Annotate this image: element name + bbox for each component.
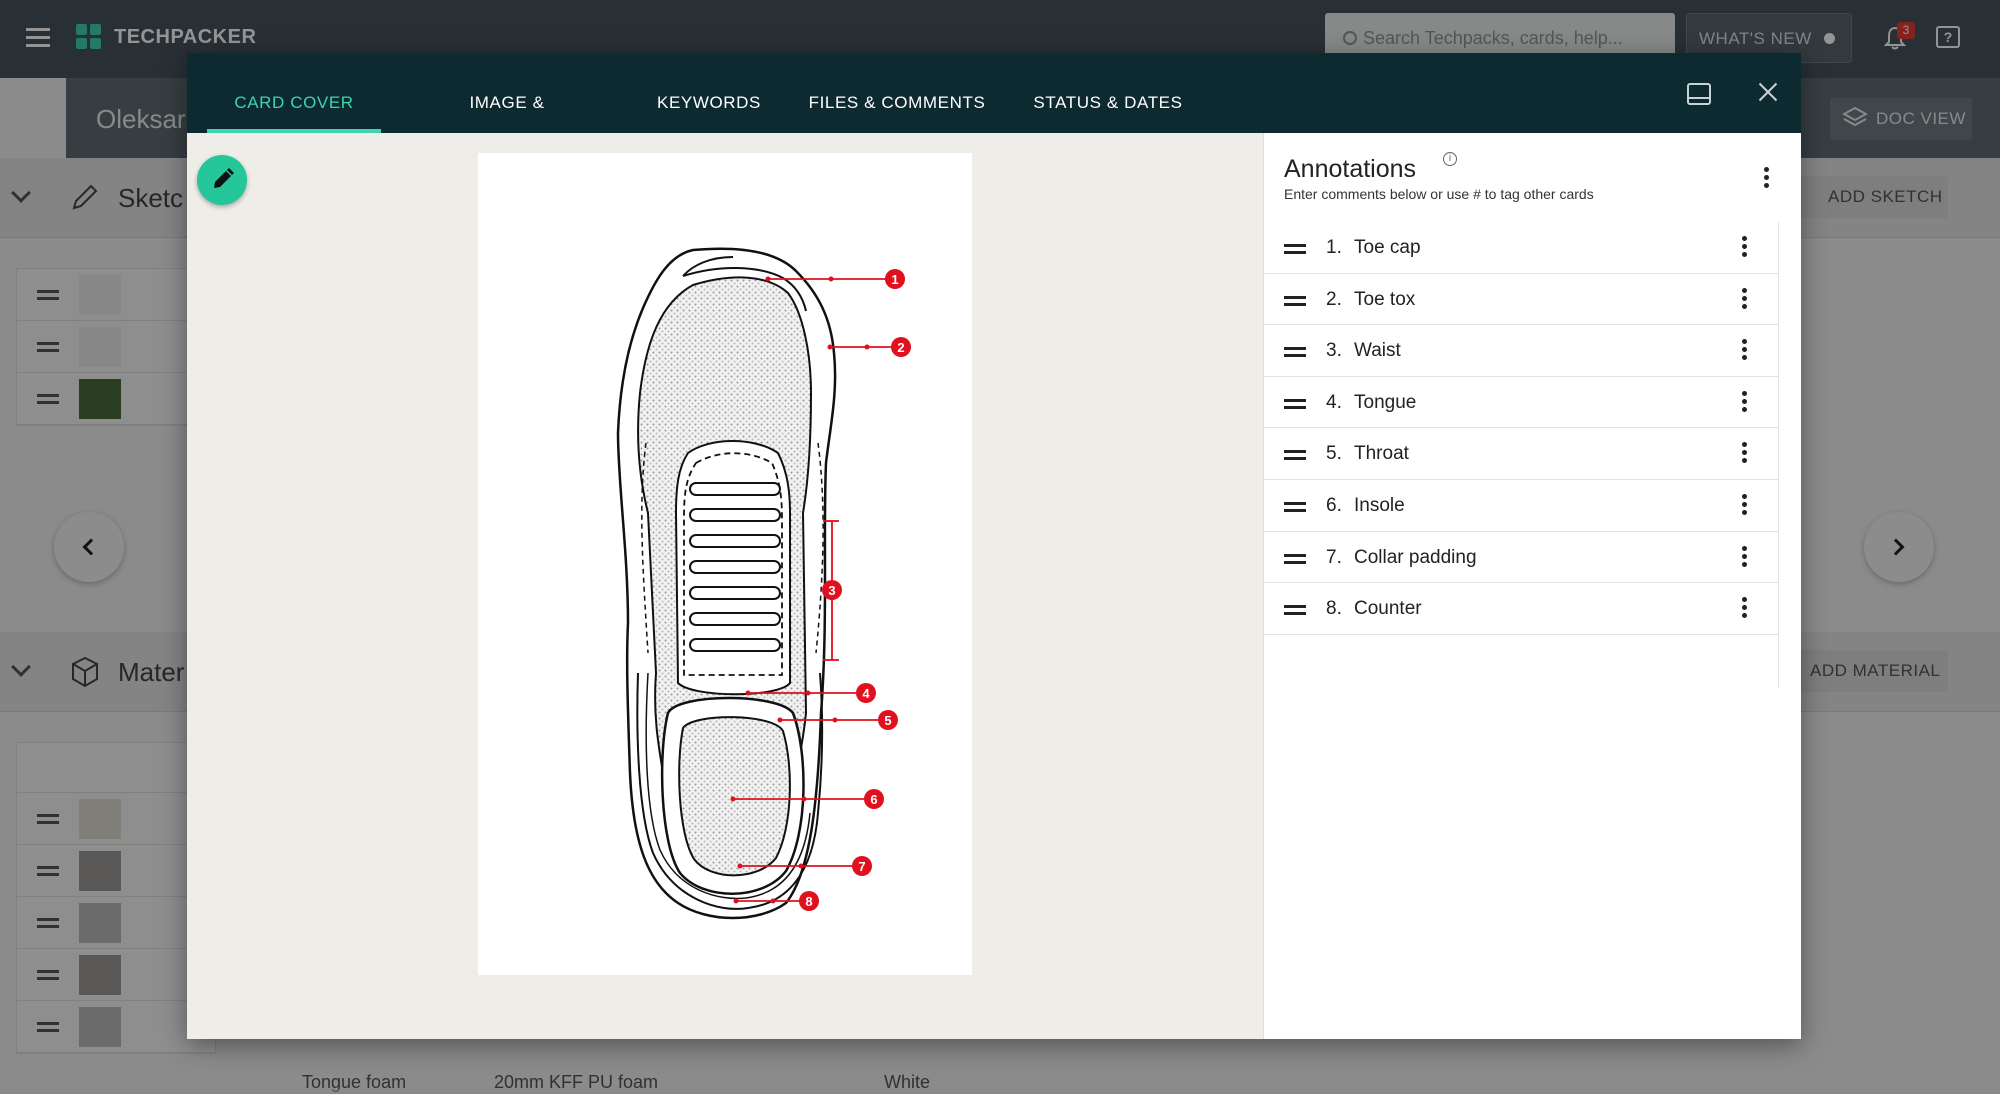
more-options-icon[interactable]	[1742, 288, 1747, 312]
annotation-marker-6[interactable]: 6	[864, 789, 884, 809]
drag-handle-icon[interactable]	[1284, 347, 1306, 361]
annotation-item[interactable]: 3. Waist	[1264, 325, 1778, 377]
tab-status-dates[interactable]: STATUS & DATES	[1033, 53, 1183, 133]
annotated-sketch-canvas[interactable]: 1 2 3 4 5 6 7 8	[478, 153, 972, 975]
card-modal: CARD COVER IMAGE & ANNOTATIONS KEYWORDS …	[187, 53, 1801, 1039]
edit-button[interactable]	[197, 155, 247, 205]
drag-handle-icon[interactable]	[1284, 554, 1306, 568]
more-options-icon[interactable]	[1742, 339, 1747, 363]
annotation-number: 2.	[1326, 289, 1342, 311]
annotations-title: Annotations	[1284, 155, 1416, 184]
annotation-marker-7[interactable]: 7	[852, 856, 872, 876]
annotation-label[interactable]: Counter	[1354, 598, 1422, 620]
close-icon[interactable]	[1757, 81, 1779, 103]
annotations-more-icon[interactable]	[1764, 167, 1770, 189]
pencil-icon	[197, 155, 247, 205]
annotation-item[interactable]: 5. Throat	[1264, 428, 1778, 480]
annotation-number: 4.	[1326, 392, 1342, 414]
svg-text:1: 1	[891, 272, 898, 287]
more-options-icon[interactable]	[1742, 494, 1747, 518]
annotation-label[interactable]: Waist	[1354, 340, 1401, 362]
annotation-marker-5[interactable]: 5	[878, 710, 898, 730]
annotation-label[interactable]: Tongue	[1354, 392, 1416, 414]
annotation-number: 6.	[1326, 495, 1342, 517]
svg-text:2: 2	[897, 340, 904, 355]
annotation-number: 7.	[1326, 547, 1342, 569]
annotation-item[interactable]: 7. Collar padding	[1264, 532, 1778, 584]
annotation-number: 5.	[1326, 443, 1342, 465]
annotation-marker-8[interactable]: 8	[799, 891, 819, 911]
annotation-label[interactable]: Throat	[1354, 443, 1409, 465]
more-options-icon[interactable]	[1742, 442, 1747, 466]
svg-text:8: 8	[805, 894, 812, 909]
tab-card-cover[interactable]: CARD COVER	[207, 53, 381, 133]
drag-handle-icon[interactable]	[1284, 502, 1306, 516]
annotation-label[interactable]: Insole	[1354, 495, 1405, 517]
modal-tab-bar: CARD COVER IMAGE & ANNOTATIONS KEYWORDS …	[187, 53, 1801, 133]
tab-image-annotations[interactable]: IMAGE & ANNOTATIONS	[404, 53, 610, 133]
more-options-icon[interactable]	[1742, 597, 1747, 621]
info-icon[interactable]: i	[1443, 152, 1457, 166]
drag-handle-icon[interactable]	[1284, 450, 1306, 464]
annotations-list: 1. Toe cap 2. Toe tox 3. Waist 4. Tongue 5. T…	[1264, 222, 1778, 635]
drag-handle-icon[interactable]	[1284, 244, 1306, 258]
annotation-number: 1.	[1326, 237, 1342, 259]
annotations-panel: Annotations i Enter comments below or us…	[1263, 133, 1801, 1039]
svg-text:4: 4	[862, 686, 870, 701]
annotation-marker-2[interactable]: 2	[891, 337, 911, 357]
annotation-number: 8.	[1326, 598, 1342, 620]
drag-handle-icon[interactable]	[1284, 399, 1306, 413]
annotation-item[interactable]: 2. Toe tox	[1264, 274, 1778, 326]
image-pane: 1 2 3 4 5 6 7 8	[187, 133, 1263, 1039]
svg-text:7: 7	[858, 859, 865, 874]
annotations-subtitle: Enter comments below or use # to tag oth…	[1284, 186, 1594, 202]
svg-text:6: 6	[870, 792, 877, 807]
more-options-icon[interactable]	[1742, 546, 1747, 570]
tab-keywords[interactable]: KEYWORDS	[657, 53, 761, 133]
annotation-item[interactable]: 4. Tongue	[1264, 377, 1778, 429]
annotation-marker-4[interactable]: 4	[856, 683, 876, 703]
more-options-icon[interactable]	[1742, 391, 1747, 415]
tab-files-comments[interactable]: FILES & COMMENTS	[807, 53, 987, 133]
annotations-scrollbar[interactable]	[1778, 222, 1779, 688]
drag-handle-icon[interactable]	[1284, 605, 1306, 619]
annotation-item[interactable]: 8. Counter	[1264, 583, 1778, 635]
annotation-marker-1[interactable]: 1	[885, 269, 905, 289]
svg-text:5: 5	[884, 713, 891, 728]
annotation-label[interactable]: Toe tox	[1354, 289, 1415, 311]
annotation-item[interactable]: 1. Toe cap	[1264, 222, 1778, 274]
svg-text:3: 3	[828, 583, 835, 598]
annotation-marker-3[interactable]: 3	[822, 580, 842, 600]
annotation-label[interactable]: Collar padding	[1354, 547, 1477, 569]
annotation-label[interactable]: Toe cap	[1354, 237, 1421, 259]
sneaker-top-view-sketch: 1 2 3 4 5 6 7 8	[478, 153, 972, 975]
annotation-number: 3.	[1326, 340, 1342, 362]
annotation-item[interactable]: 6. Insole	[1264, 480, 1778, 532]
more-options-icon[interactable]	[1742, 236, 1747, 260]
toggle-panel-icon[interactable]	[1687, 83, 1711, 105]
drag-handle-icon[interactable]	[1284, 296, 1306, 310]
